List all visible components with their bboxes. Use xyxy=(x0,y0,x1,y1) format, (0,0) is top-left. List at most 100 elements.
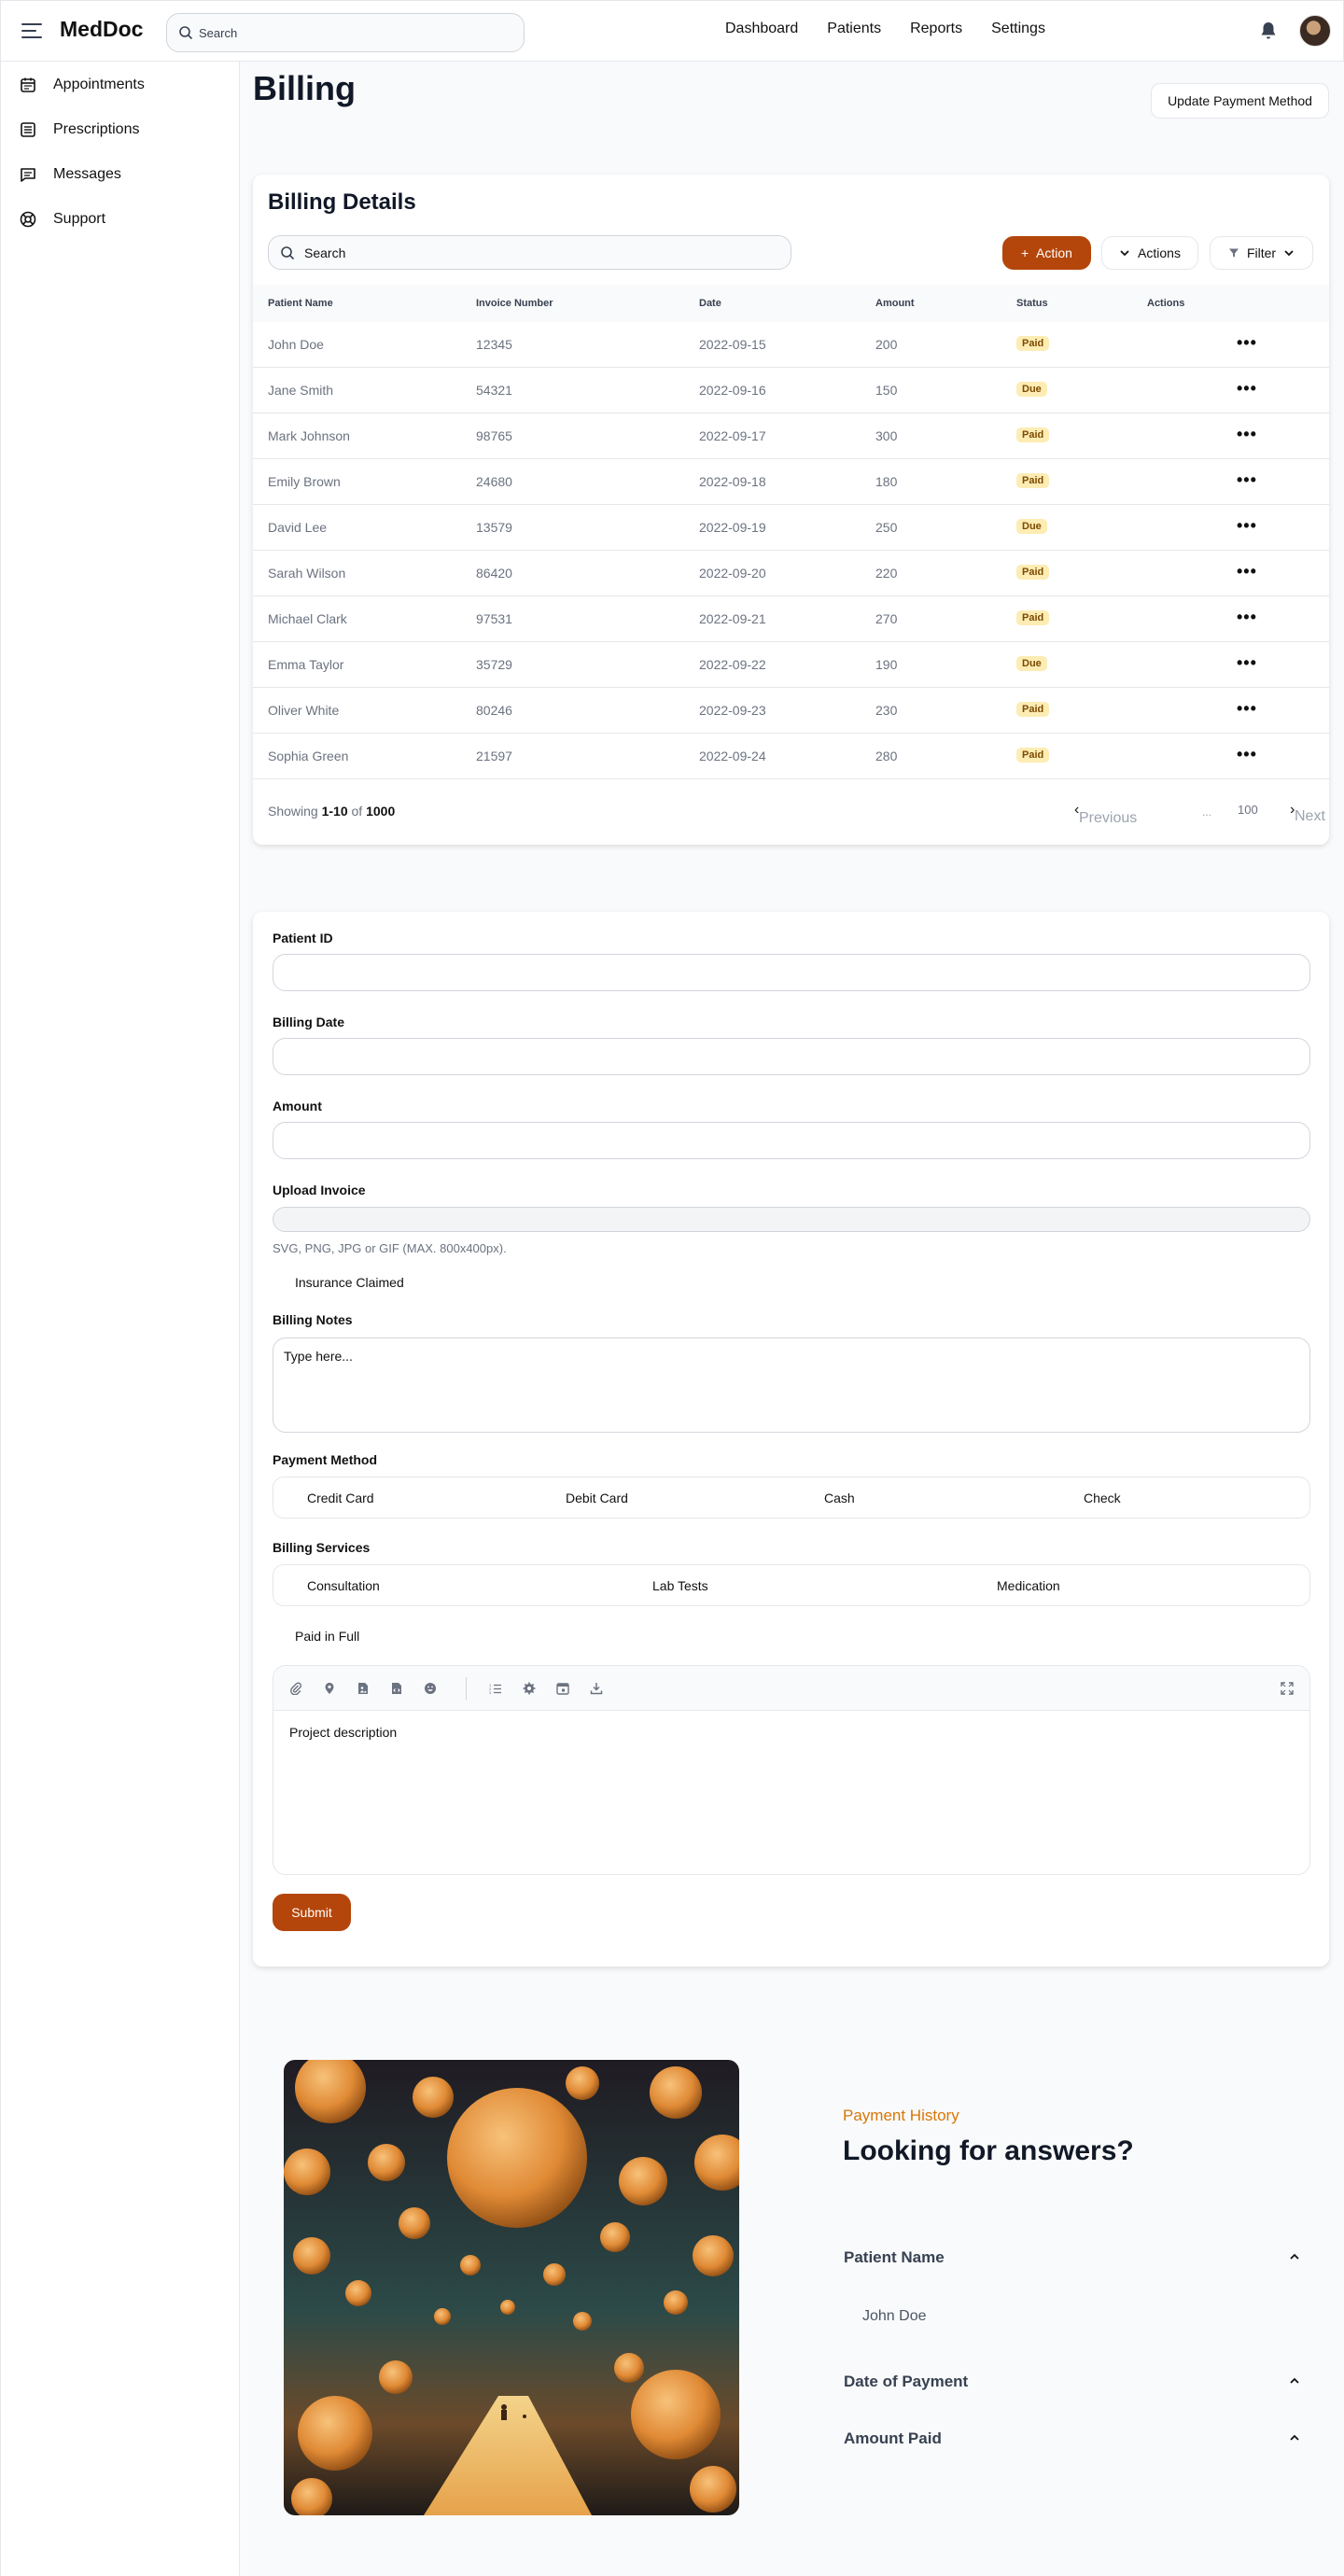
nav-dashboard[interactable]: Dashboard xyxy=(725,21,798,37)
cell-invoice: 80246 xyxy=(476,703,512,718)
payment-option-debit-card[interactable]: Debit Card xyxy=(566,1491,628,1505)
list-icon xyxy=(20,121,40,138)
more-actions-icon[interactable]: ••• xyxy=(1237,470,1257,490)
table-row[interactable]: Emma Taylor 35729 2022-09-22 190 Due ••• xyxy=(253,642,1329,688)
payment-option-check[interactable]: Check xyxy=(1084,1491,1121,1505)
actions-dropdown-button[interactable]: Actions xyxy=(1101,236,1198,270)
nav-settings[interactable]: Settings xyxy=(991,21,1045,37)
editor-textarea[interactable]: Project description xyxy=(289,1725,397,1740)
avatar[interactable] xyxy=(1299,15,1331,47)
more-actions-icon[interactable]: ••• xyxy=(1237,608,1257,627)
cell-name: Emma Taylor xyxy=(268,657,344,672)
amount-input[interactable] xyxy=(273,1122,1310,1159)
service-option-medication[interactable]: Medication xyxy=(997,1578,1060,1593)
upload-invoice-input[interactable] xyxy=(273,1207,1310,1232)
status-badge: Due xyxy=(1016,382,1047,397)
upload-invoice-label: Upload Invoice xyxy=(273,1183,366,1197)
insurance-claimed-checkbox[interactable]: Insurance Claimed xyxy=(295,1275,404,1290)
image-icon[interactable] xyxy=(355,1680,371,1697)
column-header[interactable]: Actions xyxy=(1147,298,1184,309)
table-row[interactable]: Michael Clark 97531 2022-09-21 270 Paid ••• xyxy=(253,596,1329,642)
toolbar-divider xyxy=(466,1677,467,1700)
paperclip-icon[interactable] xyxy=(287,1680,304,1697)
status-badge: Paid xyxy=(1016,336,1050,351)
sidebar-item-messages[interactable]: Messages xyxy=(20,166,121,183)
faq-question-amount-paid[interactable]: Amount Paid xyxy=(844,2429,1301,2448)
table-row[interactable]: Sarah Wilson 86420 2022-09-20 220 Paid ••• xyxy=(253,551,1329,596)
next-page-button[interactable]: Next xyxy=(1295,808,1325,825)
faq-question-patient-name[interactable]: Patient Name xyxy=(844,2248,1301,2267)
patient-id-input[interactable] xyxy=(273,954,1310,991)
column-header[interactable]: Patient Name xyxy=(268,298,333,309)
table-row[interactable]: Emily Brown 24680 2022-09-18 180 Paid ••• xyxy=(253,459,1329,505)
more-actions-icon[interactable]: ••• xyxy=(1237,653,1257,673)
more-actions-icon[interactable]: ••• xyxy=(1237,379,1257,399)
cell-invoice: 21597 xyxy=(476,749,512,763)
paid-in-full-checkbox[interactable]: Paid in Full xyxy=(295,1629,359,1644)
billing-date-input[interactable] xyxy=(273,1038,1310,1075)
cell-date: 2022-09-20 xyxy=(699,566,766,581)
billing-notes-textarea[interactable]: Type here... xyxy=(273,1337,1310,1433)
table-row[interactable]: Mark Johnson 98765 2022-09-17 300 Paid ••• xyxy=(253,413,1329,459)
table-search-input[interactable] xyxy=(304,236,771,269)
sidebar-item-appointments[interactable]: Appointments xyxy=(20,77,145,93)
update-payment-method-button[interactable]: Update Payment Method xyxy=(1151,83,1329,119)
chevron-down-icon xyxy=(1284,250,1294,257)
payment-option-cash[interactable]: Cash xyxy=(824,1491,855,1505)
table-row[interactable]: Sophia Green 21597 2022-09-24 280 Paid ••• xyxy=(253,734,1329,779)
sidebar-item-prescriptions[interactable]: Prescriptions xyxy=(20,121,139,138)
column-header[interactable]: Date xyxy=(699,298,721,309)
sidebar-item-label: Messages xyxy=(53,166,121,182)
decorative-illustration xyxy=(284,2060,739,2515)
bell-icon[interactable] xyxy=(1260,21,1277,40)
faq-question-label: Patient Name xyxy=(844,2248,945,2266)
faq-eyebrow: Payment History xyxy=(843,2107,959,2124)
service-option-lab-tests[interactable]: Lab Tests xyxy=(652,1578,708,1593)
map-pin-icon[interactable] xyxy=(321,1680,338,1697)
download-icon[interactable] xyxy=(588,1680,605,1697)
cell-name: Sarah Wilson xyxy=(268,566,346,581)
table-row[interactable]: Oliver White 80246 2022-09-23 230 Paid ••• xyxy=(253,688,1329,734)
column-header[interactable]: Status xyxy=(1016,298,1048,309)
ordered-list-icon[interactable]: 123 xyxy=(487,1680,504,1697)
more-actions-icon[interactable]: ••• xyxy=(1237,699,1257,719)
summary-of: of xyxy=(351,804,363,819)
cell-name: Oliver White xyxy=(268,703,340,718)
fullscreen-icon[interactable] xyxy=(1279,1680,1295,1697)
cell-date: 2022-09-17 xyxy=(699,428,766,443)
more-actions-icon[interactable]: ••• xyxy=(1237,516,1257,536)
more-actions-icon[interactable]: ••• xyxy=(1237,425,1257,444)
cell-invoice: 12345 xyxy=(476,337,512,352)
submit-button[interactable]: Submit xyxy=(273,1894,351,1931)
column-header[interactable]: Amount xyxy=(875,298,915,309)
table-row[interactable]: John Doe 12345 2022-09-15 200 Paid ••• xyxy=(253,322,1329,368)
menu-icon[interactable] xyxy=(21,23,42,38)
more-actions-icon[interactable]: ••• xyxy=(1237,562,1257,581)
emoji-icon[interactable] xyxy=(422,1680,439,1697)
previous-page-button[interactable]: Previous xyxy=(1079,810,1137,827)
more-actions-icon[interactable]: ••• xyxy=(1237,745,1257,764)
filter-button[interactable]: Filter xyxy=(1210,236,1313,270)
page-100-button[interactable]: 100 xyxy=(1238,803,1258,817)
status-badge: Paid xyxy=(1016,427,1050,442)
sidebar-item-support[interactable]: Support xyxy=(20,211,105,228)
status-badge: Due xyxy=(1016,519,1047,534)
table-row[interactable]: Jane Smith 54321 2022-09-16 150 Due ••• xyxy=(253,368,1329,413)
code-file-icon[interactable] xyxy=(388,1680,405,1697)
more-actions-icon[interactable]: ••• xyxy=(1237,333,1257,353)
table-row[interactable]: David Lee 13579 2022-09-19 250 Due ••• xyxy=(253,505,1329,551)
top-nav: Dashboard Patients Reports Settings xyxy=(725,21,1074,37)
logo[interactable]: MedDoc xyxy=(60,17,143,42)
top-search-input[interactable] xyxy=(199,14,507,51)
calendar-icon[interactable] xyxy=(554,1680,571,1697)
nav-patients[interactable]: Patients xyxy=(827,21,881,37)
table-search-box xyxy=(268,235,791,270)
column-header[interactable]: Invoice Number xyxy=(476,298,553,309)
nav-reports[interactable]: Reports xyxy=(910,21,962,37)
faq-question-date-of-payment[interactable]: Date of Payment xyxy=(844,2373,1301,2391)
service-option-consultation[interactable]: Consultation xyxy=(307,1578,380,1593)
action-button[interactable]: + Action xyxy=(1002,236,1091,270)
billing-services-group: Consultation Lab Tests Medication xyxy=(273,1564,1310,1606)
settings-icon[interactable] xyxy=(521,1680,538,1697)
payment-option-credit-card[interactable]: Credit Card xyxy=(307,1491,374,1505)
